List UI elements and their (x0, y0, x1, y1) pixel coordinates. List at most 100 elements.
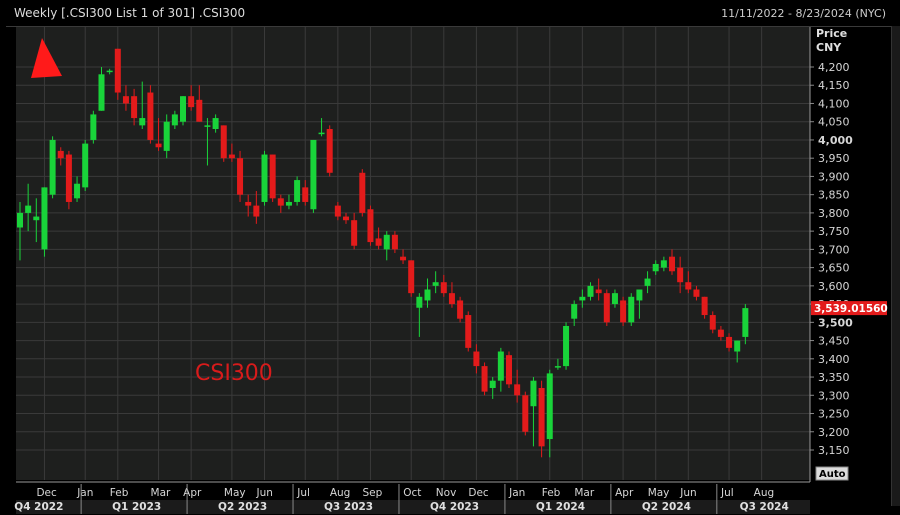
quarter-label: Q2 2023 (218, 501, 267, 513)
x-tick-label: Aug (330, 487, 351, 499)
candle-body (114, 48, 121, 93)
y-tick-label: 4,200 (818, 61, 850, 74)
candle-body (701, 296, 708, 316)
auto-scale-label: Auto (819, 469, 846, 480)
candle-body (709, 315, 716, 330)
candle-body (669, 256, 675, 272)
y-tick-label: 3,950 (818, 152, 850, 165)
candle-body (440, 282, 447, 294)
candle-body (375, 238, 382, 246)
candle-body (636, 289, 643, 301)
x-tick-label: Jul (296, 487, 310, 499)
candle-body (408, 260, 415, 294)
plot-area (16, 27, 810, 480)
vertical-scrollbar[interactable] (891, 26, 900, 506)
x-tick-label: Apr (183, 487, 202, 499)
candle-body (595, 289, 602, 294)
candle-body (563, 325, 570, 367)
y-tick-label: 3,900 (818, 170, 850, 183)
candle-body (359, 172, 366, 213)
candle-body (457, 300, 464, 319)
y-tick-label: 3,150 (818, 444, 850, 457)
candle-body (25, 205, 32, 213)
y-tick-label: 3,650 (818, 262, 850, 275)
candle-body (660, 260, 667, 268)
candle-body (163, 121, 170, 151)
candle-body (294, 180, 301, 202)
candlestick-chart[interactable]: 3,150 3,200 3,250 3,300 3,350 3,400 3,450 3,500… (0, 0, 892, 515)
y-tick-label: 3,300 (818, 389, 850, 402)
candle-body (302, 187, 309, 202)
candle-body (514, 384, 521, 396)
candle-body (204, 125, 211, 127)
candle-body (326, 129, 333, 173)
candle-body (481, 366, 488, 392)
candle-body (65, 154, 72, 202)
candle-body (253, 205, 260, 217)
y-tick-label: 4,100 (818, 97, 850, 110)
candle-body (228, 154, 235, 159)
candle-body (465, 315, 472, 348)
candle-body (41, 187, 48, 250)
candle-body (742, 308, 749, 337)
y-tick-label: 4,000 (818, 134, 853, 147)
y-tick-label: 3,800 (818, 207, 850, 220)
candle-body (400, 256, 407, 261)
candle-body (318, 132, 325, 135)
candle-body (652, 263, 659, 272)
candle-body (538, 387, 545, 447)
candle-body (391, 234, 398, 250)
x-tick-label: Dec (36, 487, 57, 499)
candle-body (49, 139, 56, 195)
y-axis-unit: CNY (816, 41, 842, 54)
x-tick-label: Nov (436, 487, 457, 499)
candle-body (726, 336, 733, 348)
candle-body (351, 220, 358, 246)
x-tick-label: Feb (542, 487, 561, 499)
candle-body (554, 366, 561, 368)
candle-body (74, 183, 81, 199)
candle-body (269, 154, 276, 199)
candle-body (155, 143, 162, 148)
candle-body (17, 212, 23, 228)
candle-body (611, 293, 618, 305)
candle-body (644, 278, 651, 286)
quarter-label: Q4 2022 (14, 501, 63, 513)
candle-body (522, 395, 529, 432)
y-tick-label: 3,850 (818, 189, 850, 202)
candle-body (685, 282, 692, 290)
candle-body (277, 198, 284, 206)
candle-body (473, 351, 480, 367)
quarter-label: Q4 2023 (430, 501, 479, 513)
candle-body (334, 205, 341, 217)
candle-body (196, 99, 203, 122)
candle-body (261, 154, 268, 202)
y-tick-label: 3,400 (818, 353, 850, 366)
y-tick-label: 4,150 (818, 79, 850, 92)
y-tick-label: 3,200 (818, 426, 850, 439)
quarter-label: Q1 2024 (536, 501, 585, 513)
y-tick-label: 3,450 (818, 335, 850, 348)
candle-body (82, 143, 89, 188)
x-tick-label: Jan (76, 487, 93, 499)
candle-body (188, 96, 195, 108)
x-tick-label: Jul (720, 487, 734, 499)
x-tick-label: Mar (574, 487, 594, 499)
x-tick-label: Dec (468, 487, 489, 499)
candle-body (220, 125, 227, 159)
quarter-label: Q3 2024 (740, 501, 789, 513)
y-tick-label: 3,500 (818, 316, 853, 329)
candle-body (98, 74, 105, 111)
last-price-label: 3,539.01560 (814, 303, 888, 315)
candle-body (122, 96, 129, 104)
chart-window: Weekly [.CSI300 List 1 of 301] .CSI300 1… (0, 0, 900, 515)
y-tick-label: 3,250 (818, 408, 850, 421)
candle-body (497, 351, 504, 381)
quarter-label: Q2 2024 (642, 501, 691, 513)
candle-body (603, 293, 610, 323)
candle-body (734, 340, 741, 352)
candle-body (90, 114, 97, 140)
x-tick-label: May (648, 487, 670, 499)
y-tick-label: 3,600 (818, 280, 850, 293)
candle-body (424, 289, 431, 301)
